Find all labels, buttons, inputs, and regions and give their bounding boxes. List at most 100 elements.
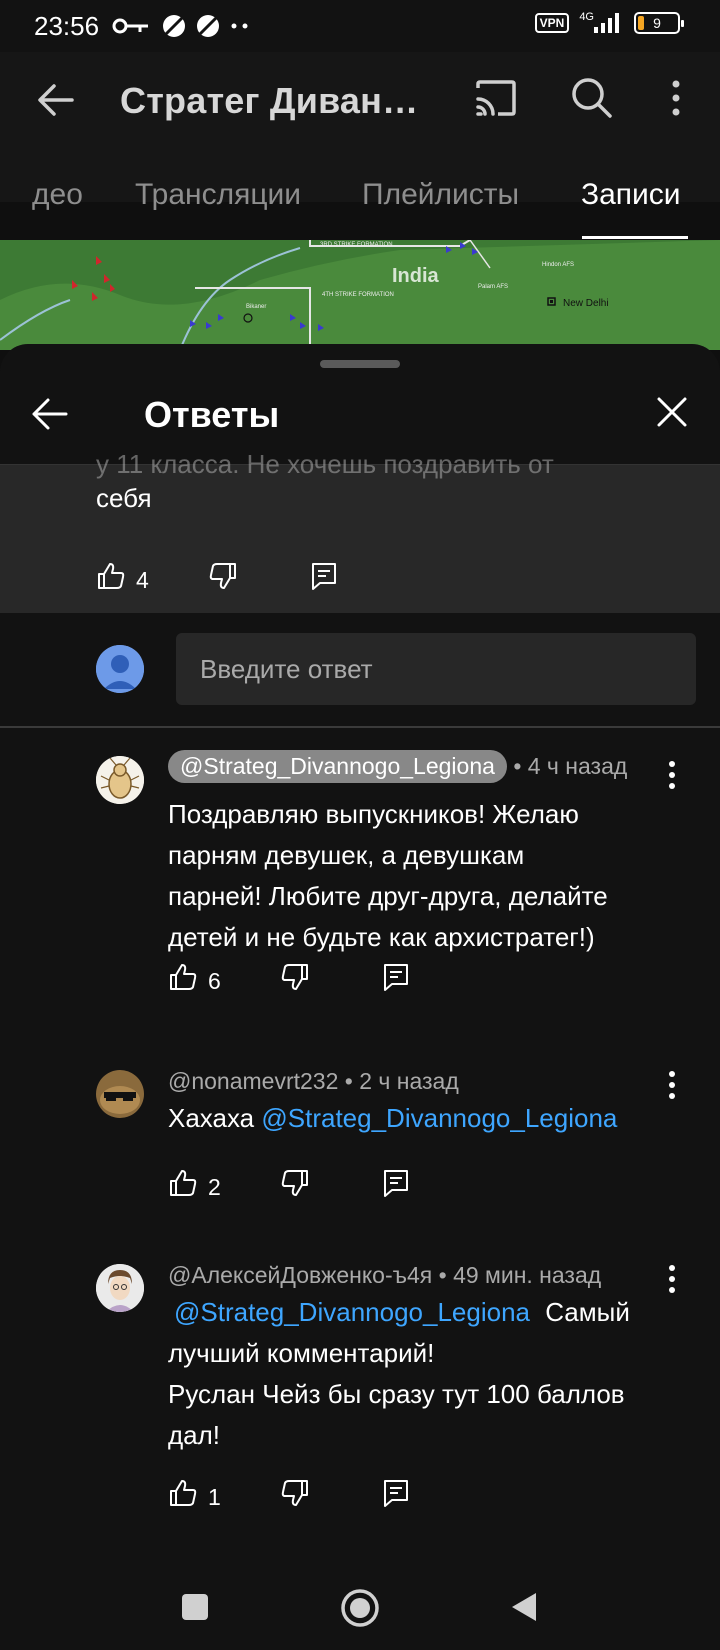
tab-videos[interactable]: део <box>32 178 83 212</box>
commenter-avatar[interactable] <box>96 756 144 804</box>
vpn-badge: VPN <box>534 13 570 33</box>
user-avatar <box>96 645 144 693</box>
parent-comment-actions: 4 <box>96 561 496 601</box>
status-time: 23:56 <box>34 11 100 41</box>
drag-handle[interactable] <box>320 360 400 368</box>
comment-line: Руслан Чейз бы сразу тут 100 баллов <box>168 1379 625 1409</box>
blocked-app-icon <box>163 15 185 37</box>
cast-icon[interactable] <box>474 78 518 118</box>
comment-author[interactable]: @АлексейДовженко-ъ4я <box>168 1262 432 1288</box>
comment-line: детей и не будьте как архистратег!) <box>168 922 595 952</box>
comment-actions: 6 <box>168 962 568 1002</box>
comment-text: @Strateg_Divannogo_Legiona Самый лучший … <box>168 1292 688 1456</box>
like-icon[interactable] <box>168 1478 198 1508</box>
more-notifications-icon <box>231 23 248 29</box>
like-count: 4 <box>136 567 149 593</box>
map-label-palam: Palam AFS <box>478 284 508 290</box>
active-tab-indicator <box>582 236 688 239</box>
mention-link[interactable]: @Strateg_Divannogo_Legiona <box>261 1103 617 1133</box>
close-icon[interactable] <box>656 396 688 428</box>
back-arrow-icon[interactable] <box>30 396 70 432</box>
comment-line: дал! <box>168 1420 221 1450</box>
default-avatar-icon <box>96 645 144 693</box>
comment-actions: 2 <box>168 1168 568 1208</box>
map-label-bikaner: Bikaner <box>246 304 266 310</box>
more-vert-icon[interactable] <box>662 1068 682 1102</box>
parent-comment-clipped-text: у 11 класса. Не хочешь поздравить от <box>96 449 554 479</box>
sheet-title: Ответы <box>144 394 280 435</box>
reply-icon[interactable] <box>382 962 410 992</box>
reply-input[interactable] <box>176 633 696 705</box>
portrait-avatar-icon <box>96 1264 144 1312</box>
comment-meta: @nonamevrt232 • 2 ч назад <box>168 1068 459 1095</box>
comment-meta: @АлексейДовженко-ъ4я • 49 мин. назад <box>168 1262 601 1289</box>
bug-avatar-icon <box>96 756 144 804</box>
reply-icon[interactable] <box>382 1168 410 1198</box>
signal-icon <box>594 13 619 33</box>
reply-comment: @nonamevrt232 • 2 ч назад Хахаха @Strate… <box>0 1056 720 1236</box>
tab-posts[interactable]: Записи <box>581 178 681 212</box>
commenter-avatar[interactable] <box>96 1264 144 1312</box>
reply-comment: @АлексейДовженко-ъ4я • 49 мин. назад @St… <box>0 1250 720 1550</box>
back-arrow-icon[interactable] <box>36 80 76 120</box>
comment-text: Поздравляю выпускников! Желаю парням дев… <box>168 794 668 958</box>
more-vert-icon[interactable] <box>666 78 686 118</box>
comment-time: • 2 ч назад <box>344 1068 459 1094</box>
comment-line: лучший комментарий! <box>168 1338 435 1368</box>
reply-composer <box>0 613 720 727</box>
dislike-icon[interactable] <box>280 962 310 992</box>
like-icon[interactable] <box>168 1168 198 1198</box>
tab-playlists[interactable]: Плейлисты <box>362 178 519 212</box>
like-icon[interactable] <box>168 962 198 992</box>
status-notification-icons <box>112 14 250 38</box>
comment-author-chip[interactable]: @Strateg_Divannogo_Legiona <box>168 750 507 783</box>
key-icon <box>112 18 148 34</box>
channel-title: Стратег Диван… <box>120 80 419 121</box>
replies-sheet: Ответы у 11 класса. Не хочешь поздравить… <box>0 344 720 1574</box>
cat-sunglasses-avatar-icon <box>96 1070 144 1118</box>
reply-icon[interactable] <box>382 1478 410 1508</box>
commenter-avatar[interactable] <box>96 1070 144 1118</box>
status-bar: 23:56 VPN 4G 9 <box>0 0 720 52</box>
like-icon[interactable] <box>96 561 126 591</box>
dislike-icon[interactable] <box>208 561 238 591</box>
comment-time: • 4 ч назад <box>513 753 628 779</box>
map-label-city: New Delhi <box>563 298 609 309</box>
network-type: 4G <box>579 11 594 23</box>
like-count: 6 <box>208 968 221 994</box>
more-vert-icon[interactable] <box>662 1262 682 1296</box>
dislike-icon[interactable] <box>280 1168 310 1198</box>
battery-icon: 9 <box>634 12 684 34</box>
dislike-icon[interactable] <box>280 1478 310 1508</box>
battery-level: 9 <box>653 15 661 31</box>
tab-live[interactable]: Трансляции <box>135 178 301 212</box>
parent-comment: у 11 класса. Не хочешь поздравить от себ… <box>0 449 720 613</box>
comment-time: • 49 мин. назад <box>438 1262 602 1288</box>
status-system-icons: VPN 4G 9 <box>534 11 684 34</box>
like-count: 2 <box>208 1174 221 1200</box>
post-image-map[interactable]: India 3RD STRIKE FORMATION 4TH STRIKE FO… <box>0 240 720 350</box>
system-nav-bar <box>0 1570 720 1650</box>
comment-line: Поздравляю выпускников! Желаю <box>168 799 579 829</box>
reply-icon[interactable] <box>310 561 338 591</box>
comment-line: парням девушек, а девушкам <box>168 840 525 870</box>
parent-comment-text: себя <box>96 483 152 513</box>
back-triangle-icon[interactable] <box>508 1590 540 1624</box>
comment-line: парней! Любите друг-друга, делайте <box>168 881 608 911</box>
more-vert-icon[interactable] <box>662 758 682 792</box>
comment-actions: 1 <box>168 1478 568 1518</box>
blocked-app-icon <box>197 15 219 37</box>
comment-text: Хахаха @Strateg_Divannogo_Legiona <box>168 1098 688 1139</box>
map-label-country: India <box>392 265 440 287</box>
like-count: 1 <box>208 1484 221 1510</box>
comment-author[interactable]: @nonamevrt232 <box>168 1068 338 1094</box>
mention-link[interactable]: @Strateg_Divannogo_Legiona <box>174 1297 530 1327</box>
search-icon[interactable] <box>570 76 614 120</box>
comment-meta: @Strateg_Divannogo_Legiona • 4 ч назад <box>168 750 627 783</box>
comment-text-after-mention: Самый <box>545 1297 630 1327</box>
recents-icon[interactable] <box>180 1592 210 1622</box>
map-image: India 3RD STRIKE FORMATION 4TH STRIKE FO… <box>0 240 720 350</box>
map-label-formation-1: 3RD STRIKE FORMATION <box>320 242 393 248</box>
home-icon[interactable] <box>340 1588 380 1628</box>
reply-comment: @Strateg_Divannogo_Legiona • 4 ч назад П… <box>0 728 720 1028</box>
